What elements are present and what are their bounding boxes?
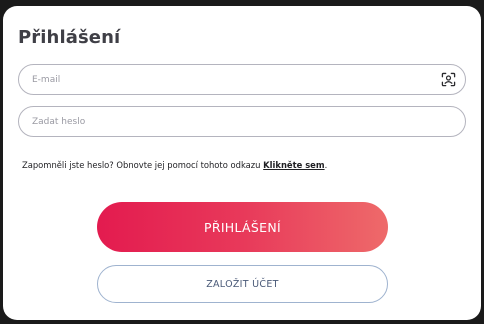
- face-scan-icon[interactable]: [441, 72, 456, 87]
- register-button[interactable]: ZALOŽIT ÚČET: [97, 265, 388, 303]
- email-input[interactable]: [19, 65, 465, 94]
- email-field-wrapper: [18, 64, 466, 95]
- forgot-password-link[interactable]: Klikněte sem: [263, 160, 324, 170]
- dialog-title: Přihlášení: [18, 27, 121, 48]
- login-button[interactable]: PŘIHLÁŠENÍ: [97, 202, 388, 252]
- forgot-password-text: Zapomněli jste heslo? Obnovte jej pomocí…: [22, 160, 327, 170]
- login-dialog: Přihlášení Zapomněli jste heslo? Obnovte…: [3, 6, 481, 320]
- password-input[interactable]: [19, 107, 465, 136]
- forgot-password-prompt: Zapomněli jste heslo? Obnovte jej pomocí…: [22, 160, 264, 170]
- password-field-wrapper: [18, 106, 466, 137]
- forgot-password-period: .: [324, 160, 328, 170]
